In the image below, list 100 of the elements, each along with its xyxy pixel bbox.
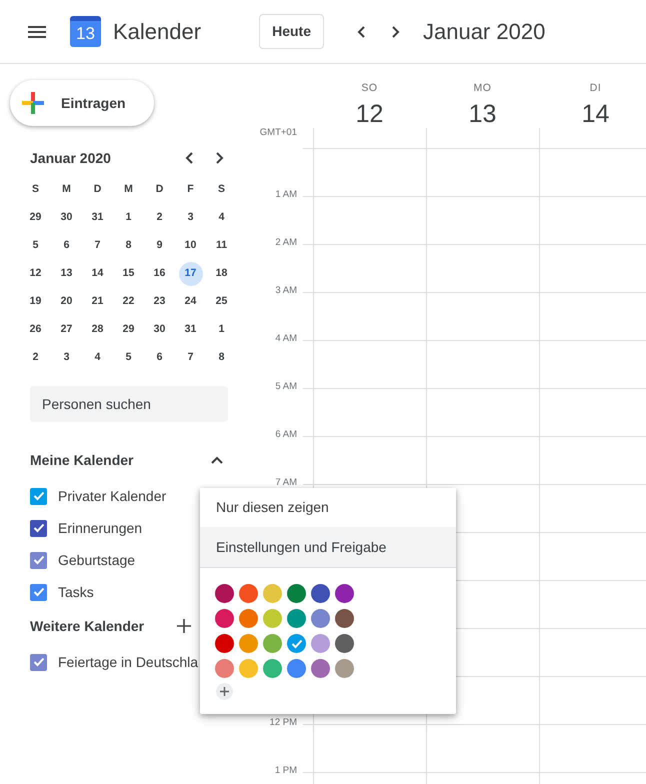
search-field[interactable]: Personen suchen [30,386,228,422]
day-cell[interactable]: 4 [206,204,237,232]
color-swatch[interactable] [287,609,306,628]
day-cell[interactable]: 18 [206,260,237,288]
color-swatch[interactable] [215,584,234,603]
weekday-label: SO [361,82,378,94]
collapse-icon[interactable] [210,455,224,465]
day-cell[interactable]: 12 [20,260,51,288]
menu-icon[interactable] [28,26,46,38]
color-swatch[interactable] [287,659,306,678]
checkbox[interactable] [30,552,47,568]
day-cell[interactable]: 28 [82,316,113,344]
color-swatch[interactable] [335,634,354,653]
color-swatch[interactable] [311,584,330,603]
day-cell[interactable]: 30 [144,316,175,344]
color-swatch[interactable] [335,659,354,678]
color-swatch[interactable] [215,634,234,653]
checkbox[interactable] [30,584,47,600]
checkbox[interactable] [30,488,47,504]
day-cell[interactable]: 10 [175,232,206,260]
checkbox[interactable] [30,520,47,536]
calendar-name[interactable]: Erinnerungen [58,518,142,538]
day-cell[interactable]: 2 [20,344,51,372]
day-cell[interactable]: 4 [82,344,113,372]
color-swatch[interactable] [311,634,330,653]
day-cell[interactable]: 31 [175,316,206,344]
calendar-name[interactable]: Geburtstage [58,550,136,570]
date-number[interactable]: 13 [468,100,496,128]
day-cell[interactable]: 25 [206,288,237,316]
day-cell[interactable]: 24 [175,288,206,316]
day-cell[interactable]: 20 [51,288,82,316]
day-cell[interactable]: 29 [20,204,51,232]
day-cell[interactable]: 7 [175,344,206,372]
day-cell[interactable]: 8 [206,344,237,372]
plus-icon [220,687,229,696]
calendar-name[interactable]: Tasks [58,582,94,602]
day-cell[interactable]: 29 [113,316,144,344]
day-cell[interactable]: 31 [82,204,113,232]
check-icon [32,491,44,501]
color-swatch[interactable] [239,584,258,603]
weekday-label: M [123,182,134,198]
day-cell[interactable]: 14 [82,260,113,288]
today-button[interactable]: Heute [259,14,324,49]
day-cell[interactable]: 2 [144,204,175,232]
day-cell[interactable]: 11 [206,232,237,260]
time-label: 3 AM [275,285,297,296]
check-icon [32,555,44,565]
checkbox[interactable] [30,654,47,670]
day-cell[interactable]: 3 [51,344,82,372]
day-cell[interactable]: 15 [113,260,144,288]
color-swatch[interactable] [215,659,234,678]
calendar-name[interactable]: Privater Kalender [58,486,166,506]
day-cell[interactable]: 6 [144,344,175,372]
date-number[interactable]: 14 [582,100,610,128]
color-swatch[interactable] [263,609,282,628]
color-swatch[interactable] [335,584,354,603]
color-swatch[interactable] [335,609,354,628]
create-button[interactable]: Eintragen [10,80,154,126]
color-swatch[interactable] [311,659,330,678]
add-color-button[interactable] [216,683,233,700]
add-icon[interactable] [177,619,191,633]
day-cell[interactable]: 19 [20,288,51,316]
color-swatch[interactable] [263,584,282,603]
day-cell[interactable]: 9 [144,232,175,260]
day-cell[interactable]: 23 [144,288,175,316]
color-swatch[interactable] [287,634,306,653]
color-swatch[interactable] [263,659,282,678]
weekday-label: MO [474,82,492,94]
date-number[interactable]: 12 [356,100,384,128]
day-cell[interactable]: 1 [206,316,237,344]
color-swatch[interactable] [311,609,330,628]
app-title: Kalender [113,18,202,46]
day-cell[interactable]: 3 [175,204,206,232]
calendar-name[interactable]: Feiertage in Deutschla [58,652,198,672]
day-cell[interactable]: 1 [113,204,144,232]
day-cell[interactable]: 22 [113,288,144,316]
section-title: Meine Kalender [30,450,134,470]
day-cell[interactable]: 5 [20,232,51,260]
day-cell[interactable]: 30 [51,204,82,232]
color-swatch[interactable] [239,659,258,678]
day-cell[interactable]: 21 [82,288,113,316]
color-swatch[interactable] [263,634,282,653]
day-cell[interactable]: 26 [20,316,51,344]
color-swatch[interactable] [239,634,258,653]
day-cell[interactable]: 8 [113,232,144,260]
menu-item[interactable]: Nur diesen zeigen [200,488,456,526]
day-cell[interactable]: 27 [51,316,82,344]
day-cell[interactable]: 13 [51,260,82,288]
color-swatch[interactable] [287,584,306,603]
color-swatch[interactable] [239,609,258,628]
menu-item[interactable]: Einstellungen und Freigabe [200,527,456,567]
day-cell[interactable]: 17 [178,262,202,286]
weekday-label: D [154,182,164,198]
weekday-label: M [61,182,72,198]
day-cell[interactable]: 16 [144,260,175,288]
day-cell[interactable]: 6 [51,232,82,260]
day-cell[interactable]: 5 [113,344,144,372]
color-swatch[interactable] [215,609,234,628]
day-cell[interactable]: 7 [82,232,113,260]
check-icon [32,657,44,667]
